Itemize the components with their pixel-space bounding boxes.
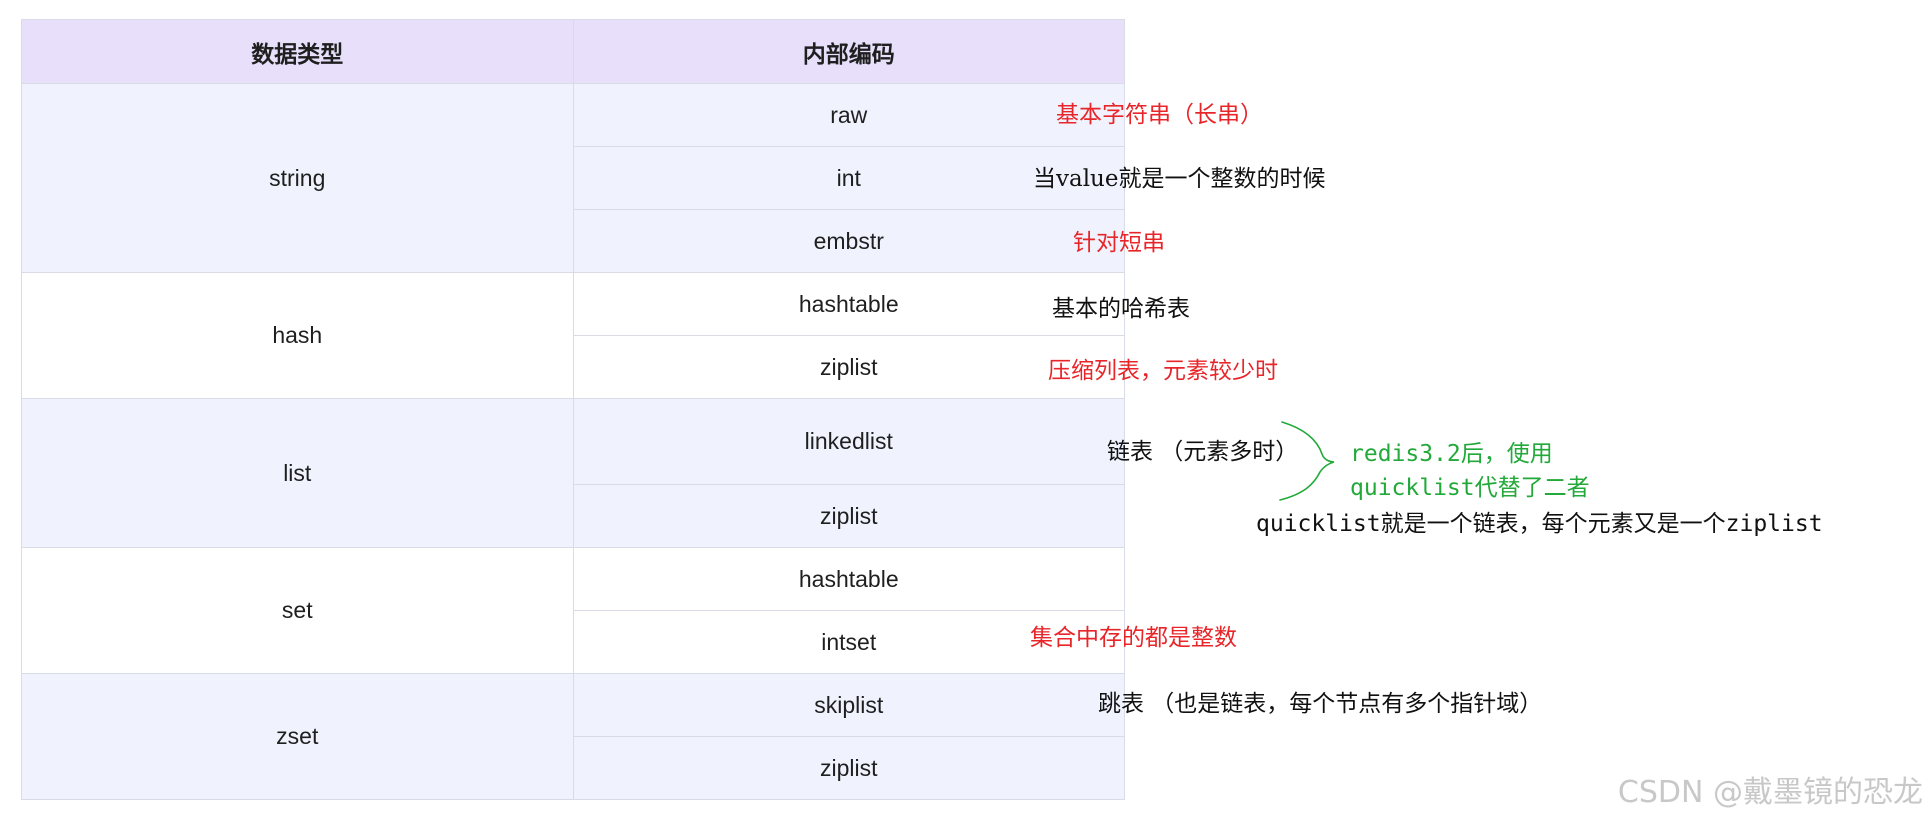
type-cell-list: list (21, 398, 574, 548)
header-data-type: 数据类型 (21, 19, 574, 84)
type-cell-set: set (21, 547, 574, 674)
encoding-cell-skiplist: skiplist (572, 673, 1125, 737)
annotation-quicklist-description: quicklist就是一个链表，每个元素又是一个ziplist (1256, 511, 1823, 537)
encoding-cell-hashtable: hashtable (572, 547, 1125, 611)
encoding-cell-embstr: embstr (572, 209, 1125, 273)
encoding-cell-raw: raw (572, 83, 1125, 147)
table-row: zset skiplist (21, 673, 1125, 800)
header-internal-encoding: 内部编码 (572, 19, 1125, 84)
table-row: list linkedlist (21, 398, 1125, 548)
annotation-skiplist: 跳表 （也是链表，每个节点有多个指针域） (1098, 691, 1543, 717)
type-cell-hash: hash (21, 272, 574, 399)
table-row: hash hashtable (21, 272, 1125, 399)
annotation-linkedlist: 链表 （元素多时） (1107, 439, 1299, 465)
annotation-hashtable: 基本的哈希表 (1052, 296, 1190, 322)
encoding-cell-ziplist: ziplist (572, 484, 1125, 548)
redis-encoding-table: 数据类型 内部编码 string raw int embstr hash has… (21, 19, 1125, 800)
type-cell-zset: zset (21, 673, 574, 800)
csdn-watermark: CSDN @戴墨镜的恐龙 (1617, 775, 1923, 810)
encoding-cell-linkedlist: linkedlist (572, 398, 1125, 485)
annotation-raw: 基本字符串（长串） (1056, 102, 1263, 128)
table-header-row: 数据类型 内部编码 (21, 19, 1125, 84)
annotation-intset: 集合中存的都是整数 (1030, 625, 1237, 651)
curly-brace-icon (1279, 421, 1335, 501)
annotation-int: 当value就是一个整数的时候 (1033, 166, 1326, 192)
annotation-quicklist-line2: quicklist代替了二者 (1350, 475, 1590, 501)
annotation-hash-ziplist: 压缩列表，元素较少时 (1048, 358, 1278, 384)
table-row: set hashtable (21, 547, 1125, 674)
encoding-cell-hashtable: hashtable (572, 272, 1125, 336)
type-cell-string: string (21, 83, 574, 273)
table-row: string raw (21, 83, 1125, 273)
annotation-embstr: 针对短串 (1073, 230, 1165, 256)
encoding-cell-ziplist: ziplist (572, 335, 1125, 399)
encoding-cell-ziplist: ziplist (572, 736, 1125, 800)
annotation-quicklist-line1: redis3.2后，使用 (1350, 441, 1553, 467)
